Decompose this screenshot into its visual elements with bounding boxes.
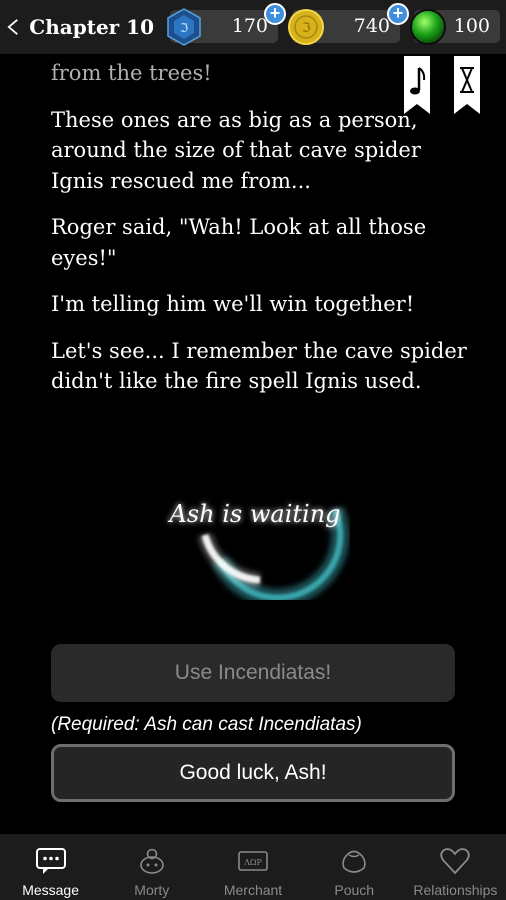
nav-item-pouch[interactable]: Pouch: [304, 834, 405, 900]
waiting-indicator: Ash is waiting: [160, 440, 350, 607]
use-incendiatas-button: Use Incendiatas!: [51, 644, 455, 702]
nav-item-message[interactable]: Message: [0, 834, 101, 900]
story-paragraph: from the trees!: [51, 61, 212, 85]
orb-icon: [410, 9, 446, 45]
heart-icon: [440, 848, 471, 875]
good-luck-button[interactable]: Good luck, Ash!: [51, 744, 455, 802]
gem-icon: ℑ: [167, 8, 201, 46]
nav-label: Merchant: [223, 882, 283, 898]
story-paragraph: Let's see... I remember the cave spider …: [51, 338, 467, 394]
svg-text:ℑ: ℑ: [301, 21, 310, 36]
merchant-icon: ΛΩΡ: [238, 851, 268, 871]
chapter-title: Chapter 10: [29, 15, 154, 39]
waiting-text: Ash is waiting: [169, 500, 341, 528]
bottom-nav: Message Morty ΛΩΡ Merchant Pouch Relatio…: [0, 834, 506, 900]
top-bar: Chapter 10 ℑ 170 + ℑ 740 + 100: [0, 0, 506, 54]
nav-item-morty[interactable]: Morty: [101, 834, 202, 900]
add-gems-button[interactable]: +: [264, 3, 286, 25]
coin-icon: ℑ: [288, 9, 324, 45]
chevron-left-icon: [7, 19, 18, 35]
back-button[interactable]: Chapter 10: [4, 8, 154, 46]
story-paragraph: Roger said, "Wah! Look at all those eyes…: [51, 215, 427, 270]
nav-label: Pouch: [334, 882, 375, 898]
message-icon: [35, 848, 66, 874]
gem-counter[interactable]: ℑ 170: [167, 8, 278, 46]
pet-icon: [139, 848, 164, 874]
story-paragraph: These ones are as big as a person, aroun…: [51, 107, 421, 193]
coin-counter[interactable]: ℑ 740: [288, 9, 400, 45]
nav-label: Message: [22, 882, 79, 898]
pouch-icon: [342, 850, 366, 873]
add-coins-button[interactable]: +: [387, 3, 409, 25]
gem-count: 170: [231, 15, 268, 37]
story-text: from the trees! These ones are as big as…: [51, 58, 471, 413]
coin-count: 740: [353, 15, 390, 37]
svg-text:ΛΩΡ: ΛΩΡ: [243, 858, 262, 867]
orb-counter: 100: [410, 9, 500, 45]
requirement-note: (Required: Ash can cast Incendiatas): [51, 714, 362, 735]
nav-item-merchant[interactable]: ΛΩΡ Merchant: [202, 834, 303, 900]
nav-item-relationships[interactable]: Relationships: [405, 834, 506, 900]
svg-text:ℑ: ℑ: [180, 21, 188, 35]
nav-label: Relationships: [413, 882, 498, 898]
nav-label: Morty: [134, 882, 170, 898]
orb-count: 100: [453, 15, 490, 37]
story-paragraph: I'm telling him we'll win together!: [51, 292, 415, 316]
